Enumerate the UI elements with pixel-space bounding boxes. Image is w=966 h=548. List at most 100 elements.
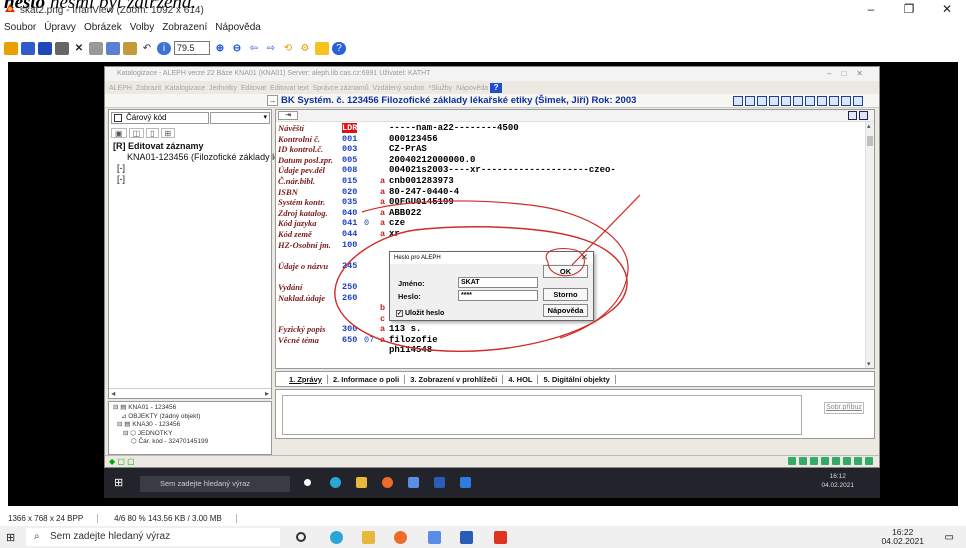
record-tool-icon-6[interactable] <box>793 96 803 106</box>
taskbar-edge-icon[interactable] <box>330 531 343 544</box>
rotate-icon[interactable]: ⟲ <box>281 42 295 55</box>
cancel-button[interactable]: Storno <box>543 288 588 301</box>
record-tool-icon-11[interactable] <box>853 96 863 106</box>
notification-icon[interactable]: ▭ <box>945 532 954 543</box>
field-row[interactable]: Údaje pev.dél 008 004021s2003----xr-------… <box>276 165 866 176</box>
field-row[interactable]: ID kontrol.č. 003 CZ-PrAS <box>276 144 866 155</box>
tab-hol[interactable]: 4. HOL <box>503 374 539 384</box>
info-icon[interactable]: i <box>157 41 171 55</box>
aleph-menu-editovat-text[interactable]: Editovat text <box>270 85 309 92</box>
menu-upravy[interactable]: Úpravy <box>44 22 76 38</box>
field-value[interactable]: cze <box>389 218 405 228</box>
field-row[interactable]: Č.nár.bibl. 015 a cnb001283973 <box>276 176 866 187</box>
obj-tree-objekty[interactable]: ⊿ OBJEKTY (žádný objekt) <box>113 413 271 422</box>
record-tool-icon-1[interactable] <box>733 96 743 106</box>
copy-icon[interactable] <box>106 41 120 55</box>
record-tool-icon-3[interactable] <box>757 96 767 106</box>
maximize-button[interactable]: ❐ <box>890 2 928 16</box>
tab-zobrazeni[interactable]: 3. Zobrazení v prohlížeči <box>405 374 504 384</box>
minimize-button[interactable]: – <box>852 2 890 16</box>
aleph-menu-editovat[interactable]: Editovat <box>241 85 266 92</box>
edge-icon[interactable] <box>330 477 341 488</box>
help-icon[interactable]: ? <box>332 41 346 55</box>
tree-record-item[interactable]: KNA01-123456 (Filozofické základy lé <box>113 152 279 163</box>
paint-icon[interactable] <box>315 41 329 55</box>
slideshow-icon[interactable] <box>21 41 35 55</box>
field-value[interactable]: -----nam-a22--------4500 <box>389 123 519 133</box>
tab-digitalni-objekty[interactable]: 5. Digitální objekty <box>538 374 616 384</box>
editor-nav-button[interactable]: ⇥ <box>278 111 298 120</box>
field-row[interactable]: Věcné téma 650 07 a filozofie <box>276 335 866 346</box>
barcode-checkbox[interactable] <box>114 114 122 122</box>
paste-icon[interactable] <box>123 41 137 55</box>
open-folder-icon[interactable] <box>4 41 18 55</box>
status-icon-7[interactable] <box>854 457 862 465</box>
field-value[interactable]: filozofie <box>389 335 438 345</box>
explorer-icon[interactable] <box>356 477 367 488</box>
start-icon[interactable]: ⊞ <box>6 532 18 544</box>
field-value[interactable]: 113 s. <box>389 324 421 334</box>
record-tool-icon-8[interactable] <box>817 96 827 106</box>
taskbar-explorer-icon[interactable] <box>362 531 375 544</box>
menu-napoveda[interactable]: Nápověda <box>215 22 261 38</box>
close-button[interactable]: ✕ <box>928 2 966 16</box>
field-row[interactable]: ISBN 020 a 80-247-0440-4 <box>276 187 866 198</box>
status-icon-6[interactable] <box>843 457 851 465</box>
taskbar-irfanview-icon[interactable] <box>494 531 507 544</box>
nav-tab-1[interactable]: ▣ <box>111 128 127 138</box>
field-value[interactable]: 80-247-0440-4 <box>389 187 459 197</box>
status-icon-4[interactable] <box>821 457 829 465</box>
aleph-menu-spravce[interactable]: Správce záznamů <box>313 85 369 92</box>
record-tool-icon-10[interactable] <box>841 96 851 106</box>
barcode-dropdown[interactable]: ▾ <box>210 112 270 124</box>
field-row[interactable]: Kód země 044 a xr <box>276 229 866 240</box>
field-value[interactable]: 00FGU0145199 <box>389 197 454 207</box>
editor-icon-1[interactable] <box>848 111 857 120</box>
menu-zobrazeni[interactable]: Zobrazení <box>162 22 207 38</box>
obj-tree-kna30[interactable]: ⊟ ▤ KNA30 - 123456 <box>113 421 271 430</box>
name-input[interactable]: SKAT <box>458 277 538 288</box>
field-value[interactable]: CZ-PrAS <box>389 144 427 154</box>
save-password-checkbox[interactable]: ✓ Uložit heslo <box>396 310 444 317</box>
settings-icon[interactable]: ⚙ <box>298 42 312 55</box>
aleph-menu-napoveda[interactable]: Nápověda <box>456 85 488 92</box>
prev-arrow-icon[interactable]: ⇦ <box>247 42 261 55</box>
field-row[interactable]: Kód jazyka 041 0 a cze <box>276 218 866 229</box>
field-value[interactable]: ph114548 <box>389 345 432 355</box>
field-value[interactable]: cnb001283973 <box>389 176 454 186</box>
aleph-task-icon[interactable] <box>460 477 471 488</box>
field-value[interactable]: xr <box>389 229 400 239</box>
menu-volby[interactable]: Volby <box>130 22 154 38</box>
aleph-menu-aleph[interactable]: ALEPH <box>109 85 132 92</box>
field-row[interactable]: HZ-Osobní jm. 100 <box>276 240 866 251</box>
windows-start-icon[interactable]: ⊞ <box>114 476 123 489</box>
password-input[interactable]: **** <box>458 290 538 301</box>
aleph-menu-zobrazit[interactable]: Zobrazit <box>136 85 161 92</box>
irfanview-task-icon[interactable] <box>408 477 419 488</box>
aleph-help-icon[interactable]: ? <box>490 83 503 93</box>
nav-tab-3[interactable]: ▯ <box>146 128 159 138</box>
tree-root[interactable]: [R] Editovat záznamy <box>113 141 279 152</box>
zoom-in-icon[interactable]: ⊕ <box>213 42 227 55</box>
field-value[interactable]: 004021s2003----xr--------------------cze… <box>389 165 616 175</box>
nav-horizontal-scrollbar[interactable]: ◂ ▸ <box>109 388 271 398</box>
task-view-icon[interactable] <box>304 479 311 486</box>
tab-zpravy[interactable]: 1. Zprávy <box>284 374 328 384</box>
zoom-combo[interactable]: 79.5 <box>174 41 210 55</box>
status-icon-3[interactable] <box>810 457 818 465</box>
nav-tab-4[interactable]: ⊞ <box>160 128 176 138</box>
delete-icon[interactable]: ✕ <box>72 42 86 55</box>
ok-button[interactable]: OK <box>543 265 588 278</box>
field-row[interactable]: Datum posl.zpr. 005 20040212000000.0 <box>276 155 866 166</box>
nav-tab-2[interactable]: ◫ <box>128 128 145 138</box>
dialog-close-icon[interactable]: ✕ <box>580 252 588 263</box>
field-row[interactable]: ph114548 <box>276 345 866 356</box>
status-icon-1[interactable] <box>788 457 796 465</box>
word-icon[interactable] <box>434 477 445 488</box>
aleph-window-controls[interactable]: –□✕ <box>827 69 873 78</box>
record-tool-icon-7[interactable] <box>805 96 815 106</box>
tab-informace-o-poli[interactable]: 2. Informace o poli <box>328 374 406 384</box>
status-icon-5[interactable] <box>832 457 840 465</box>
field-value[interactable]: 20040212000000.0 <box>389 155 475 165</box>
screenshot-search-box[interactable]: Sem zadejte hledaný výraz <box>140 476 290 492</box>
